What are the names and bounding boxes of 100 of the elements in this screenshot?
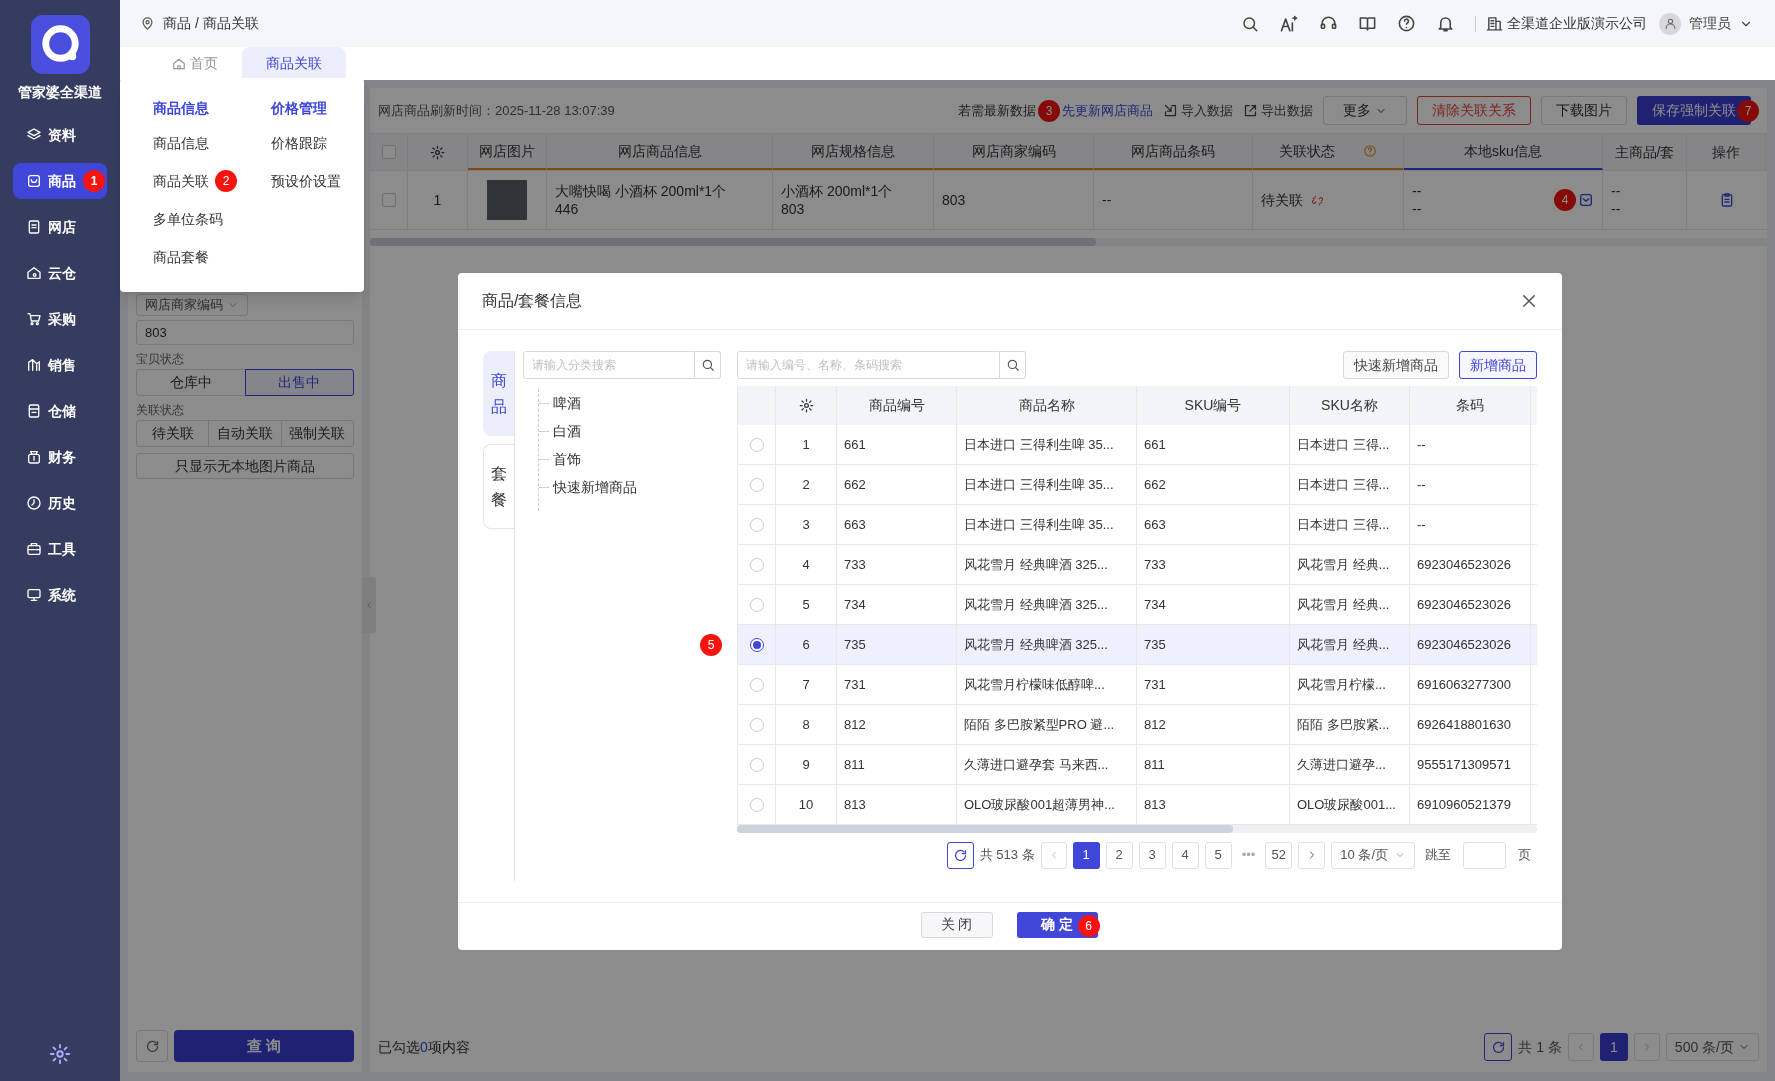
- filter-label: 关联状态: [136, 402, 185, 418]
- menu-item[interactable]: 商品关联: [153, 170, 209, 192]
- table-cell-text: 6916063277300: [1417, 675, 1511, 694]
- table-cell-text: 陌陌 多巴胺紧型PRO 避...: [964, 715, 1115, 734]
- table-cell-text: --: [1102, 190, 1112, 210]
- menu-item[interactable]: 商品信息: [153, 132, 209, 154]
- more-dropdown[interactable]: 更多: [1323, 96, 1407, 125]
- collapse-handle[interactable]: [362, 577, 376, 633]
- field-select[interactable]: 网店商家编码: [136, 294, 248, 316]
- book-icon[interactable]: [1358, 14, 1377, 33]
- segment-option[interactable]: 强制关联: [280, 420, 354, 447]
- search-icon[interactable]: [1241, 14, 1259, 33]
- sidebar-item[interactable]: 财务: [13, 439, 107, 475]
- search-button[interactable]: [695, 351, 721, 379]
- sidebar-item[interactable]: 网店: [13, 209, 107, 245]
- horizontal-scrollbar[interactable]: [737, 825, 1537, 833]
- page-button[interactable]: 4: [1171, 841, 1199, 869]
- add-product-button[interactable]: 新增商品: [1459, 351, 1537, 379]
- filter-toggle-button[interactable]: 只显示无本地图片商品: [136, 453, 354, 479]
- table-cell-text: 812: [1144, 715, 1166, 734]
- page-size-select[interactable]: 500 条/页: [1665, 1033, 1759, 1061]
- bell-icon[interactable]: [1436, 14, 1455, 33]
- table-cell-text: --: [1611, 200, 1622, 218]
- menu-item[interactable]: 价格跟踪: [271, 132, 327, 154]
- spec-id: 803: [781, 200, 806, 218]
- radio-button[interactable]: [749, 637, 764, 652]
- checkbox[interactable]: [381, 145, 396, 159]
- sidebar-item[interactable]: 历史: [13, 485, 107, 521]
- page-button[interactable]: 1: [1599, 1033, 1628, 1061]
- row-number: 6: [802, 635, 810, 654]
- select-sku-icon[interactable]: [1578, 192, 1594, 208]
- sidebar-item-label: 工具: [48, 539, 76, 559]
- clock-icon: [26, 495, 42, 511]
- row-number: 8: [802, 715, 810, 734]
- sidebar-item[interactable]: 采购: [13, 301, 107, 337]
- category-item[interactable]: 首饰: [553, 448, 581, 470]
- page-button[interactable]: 2: [1105, 841, 1133, 869]
- input-field[interactable]: 803: [136, 320, 354, 345]
- sidebar-item[interactable]: 销售: [13, 347, 107, 383]
- settings-icon[interactable]: [430, 144, 445, 160]
- toolbox-icon: [26, 541, 42, 557]
- sidebar-item[interactable]: 商品 1: [13, 163, 107, 199]
- settings-icon[interactable]: [798, 398, 814, 413]
- menu-heading: 商品信息: [153, 98, 210, 118]
- side-tab[interactable]: 套餐: [483, 444, 514, 529]
- sidebar-item[interactable]: 仓储: [13, 393, 107, 429]
- quick-add-product-button[interactable]: 快速新增商品: [1343, 351, 1449, 379]
- search-icon: [700, 358, 715, 372]
- ai-sparkle-icon[interactable]: [1279, 13, 1299, 34]
- query-button[interactable]: 查 询: [174, 1030, 354, 1062]
- close-button[interactable]: 关 闭: [920, 911, 993, 938]
- refresh-icon: [1490, 1039, 1506, 1055]
- page-button[interactable]: 3: [1138, 841, 1166, 869]
- sidebar-item[interactable]: 云仓: [13, 255, 107, 291]
- table-cell-text: 663: [1144, 515, 1166, 534]
- page-number-field[interactable]: [1463, 841, 1506, 869]
- segment-option[interactable]: 待关联: [136, 420, 210, 447]
- refresh-button[interactable]: [1484, 1033, 1513, 1061]
- row-number: 2: [802, 475, 810, 494]
- side-tab[interactable]: 商品: [483, 351, 514, 436]
- refresh-button[interactable]: [946, 841, 974, 869]
- update-shop-products-link[interactable]: 先更新网店商品: [1062, 100, 1153, 121]
- segment-option[interactable]: 仓库中: [136, 369, 246, 396]
- table-cell-text: 风花雪月 经典...: [1297, 635, 1390, 654]
- page-unit: 页: [1518, 846, 1531, 865]
- reset-button[interactable]: [136, 1030, 168, 1062]
- sidebar-item[interactable]: 资料: [13, 117, 107, 153]
- cloud-house-icon: [26, 265, 42, 281]
- category-item[interactable]: 啤酒: [553, 392, 581, 414]
- import-arrow-icon: [1163, 103, 1178, 118]
- user-silhouette-icon: [1663, 17, 1677, 30]
- category-item[interactable]: 白酒: [553, 420, 581, 442]
- sidebar-item[interactable]: 系统: [13, 577, 107, 613]
- page-size-select[interactable]: 10 条/页: [1331, 841, 1415, 869]
- settings-icon[interactable]: [49, 1043, 71, 1065]
- horizontal-scrollbar[interactable]: [370, 238, 1767, 246]
- import-link[interactable]: 导入数据: [1163, 100, 1233, 121]
- category-search-field[interactable]: 请输入分类搜索: [523, 351, 695, 379]
- segment-option[interactable]: 出售中: [244, 369, 354, 396]
- search-button[interactable]: [1000, 351, 1026, 379]
- page-button[interactable]: 5: [1204, 841, 1232, 869]
- page-tab[interactable]: 商品关联: [242, 47, 346, 80]
- company-name[interactable]: 全渠道企业版演示公司: [1507, 13, 1647, 34]
- menu-item[interactable]: 商品套餐: [153, 246, 209, 268]
- menu-item[interactable]: 预设价设置: [271, 170, 341, 192]
- download-images-button[interactable]: 下载图片: [1541, 96, 1627, 125]
- column-header: 本地sku信息: [1464, 141, 1542, 161]
- menu-item[interactable]: 多单位条码: [153, 208, 223, 230]
- page-button[interactable]: 1: [1072, 841, 1100, 869]
- segment-option[interactable]: 自动关联: [208, 420, 282, 447]
- sidebar-item[interactable]: 工具: [13, 531, 107, 567]
- help-icon[interactable]: [1397, 14, 1416, 33]
- close-icon[interactable]: [1520, 292, 1538, 310]
- spec-title: 小酒杯 200ml*1个: [781, 182, 894, 200]
- sidebar-item-label: 仓储: [48, 401, 76, 421]
- checkbox[interactable]: [381, 193, 396, 207]
- export-link[interactable]: 导出数据: [1243, 100, 1313, 121]
- page-button[interactable]: 52: [1265, 841, 1293, 869]
- category-item[interactable]: 快速新增商品: [553, 476, 637, 498]
- user-name[interactable]: 管理员: [1689, 13, 1731, 34]
